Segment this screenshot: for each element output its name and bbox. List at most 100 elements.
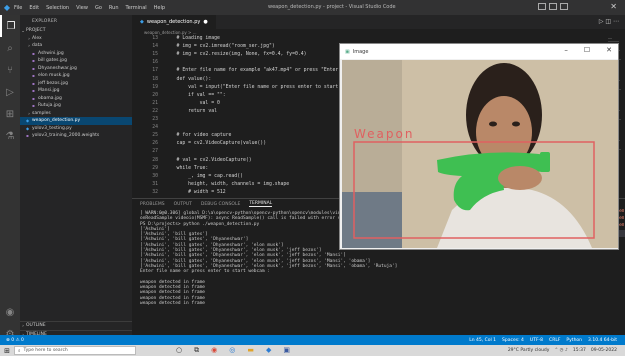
person-eye-right xyxy=(512,121,520,127)
tray-icons[interactable]: ⌃ ◷ ♪ xyxy=(554,348,567,353)
menu-item-run[interactable]: Run xyxy=(109,5,119,11)
app-taskbar-icon[interactable]: ▣ xyxy=(283,346,290,355)
vscode-taskbar-icon[interactable]: ◆ xyxy=(266,346,271,355)
tab-weapon-detection[interactable]: ◆ weapon_detection.py ● xyxy=(132,15,216,29)
menu-item-edit[interactable]: Edit xyxy=(29,5,39,11)
status-item[interactable]: UTF-8 xyxy=(530,338,543,343)
line-number: 31 xyxy=(152,181,158,187)
file-tree-item[interactable]: ▪ jeff bezos.jpg xyxy=(20,80,132,88)
run-debug-icon[interactable]: ▷ xyxy=(0,81,20,103)
search-icon: ⌕ xyxy=(18,348,21,354)
toggle-secondary-icon[interactable] xyxy=(560,3,568,10)
menu-bar: File Edit Selection View Go Run Terminal Help xyxy=(14,5,172,11)
file-tree-item[interactable]: ◆ yolov3_testing.py xyxy=(20,125,132,133)
code-line: height, width, channels = img.shape xyxy=(165,181,290,187)
menu-item-selection[interactable]: Selection xyxy=(46,5,69,11)
background-cabinet xyxy=(342,192,402,248)
menu-item-file[interactable]: File xyxy=(14,5,22,11)
extensions-icon[interactable]: ⊞ xyxy=(0,103,20,125)
taskbar-search-box[interactable]: ⌕ Type here to search xyxy=(14,346,136,355)
toggle-sidebar-icon[interactable] xyxy=(538,3,546,10)
line-number: 15 xyxy=(152,52,158,58)
menu-item-terminal[interactable]: Terminal xyxy=(126,5,147,11)
minimize-button[interactable]: – xyxy=(564,46,568,54)
explorer-root-folder[interactable]: ⌄ PROJECT xyxy=(20,27,132,35)
image-window-icon: ▣ xyxy=(345,48,350,55)
menu-item-go[interactable]: Go xyxy=(95,5,102,11)
chrome-icon[interactable]: ◉ xyxy=(211,346,217,355)
source-control-icon[interactable]: ⑂ xyxy=(0,59,20,81)
file-tree-item[interactable]: ◆ weapon_detection.py xyxy=(20,117,132,125)
cortana-icon[interactable]: ○ xyxy=(176,346,182,355)
menu-item-help[interactable]: Help xyxy=(154,5,165,11)
status-item[interactable]: Spaces: 4 xyxy=(502,338,524,343)
line-number: 19 xyxy=(152,84,158,90)
file-tree-label: bill gates.jpg xyxy=(38,58,67,64)
weather-text[interactable]: 29°C Partly cloudy xyxy=(508,348,550,353)
image-window-title: Image xyxy=(352,48,369,55)
breadcrumb[interactable]: weapon_detection.py > ... xyxy=(132,29,625,36)
file-tree-item[interactable]: ▪ Mansi.jpg xyxy=(20,87,132,95)
file-tree-item[interactable]: ▪ Ashwini.jpg xyxy=(20,50,132,58)
code-line: # val = cv2.VideoCapture() xyxy=(165,157,252,163)
windows-start-icon[interactable]: ⊞ xyxy=(0,347,14,355)
clock-date[interactable]: 09-05-2022 xyxy=(591,348,617,353)
editor-tabs: ◆ weapon_detection.py ● ▷ ◫ ⋯ xyxy=(132,15,625,29)
status-item[interactable]: CRLF xyxy=(549,338,560,343)
more-actions-icon[interactable]: ⋯ xyxy=(613,18,619,25)
person-hand xyxy=(498,166,542,190)
search-icon[interactable]: ⌕ xyxy=(0,37,20,59)
outline-section[interactable]: › OUTLINE xyxy=(20,321,132,329)
testing-icon[interactable]: ⚗ xyxy=(0,125,20,147)
task-view-icon[interactable]: ⧉ xyxy=(194,346,199,355)
code-line: # Loading image xyxy=(165,36,220,41)
status-item[interactable]: 3.10.4 64-bit xyxy=(588,338,617,343)
maximize-button[interactable]: ☐ xyxy=(584,46,590,54)
split-editor-icon[interactable]: ◫ xyxy=(605,18,611,25)
file-tree-item[interactable]: ▪ obama.jpg xyxy=(20,95,132,103)
file-tree-label: elon musk.jpg xyxy=(38,73,70,79)
edge-icon[interactable]: ◎ xyxy=(229,346,235,355)
file-tree-item[interactable]: ▪ elon musk.jpg xyxy=(20,72,132,80)
file-tree-label: samples xyxy=(32,110,51,116)
status-bar: ⊗ 0 ⚠ 0 Ln 45, Col 1 Spaces: 4 UTF-8 CRLF Py… xyxy=(0,335,625,345)
account-icon[interactable]: ◉ xyxy=(0,301,20,323)
close-button[interactable]: ✕ xyxy=(606,46,612,54)
code-line: if val == "": xyxy=(165,92,226,98)
unsaved-dot-icon[interactable]: ● xyxy=(203,19,207,25)
toggle-panel-icon[interactable] xyxy=(549,3,557,10)
file-tree-label: Dhyaneshwar.jpg xyxy=(38,65,77,71)
status-problems[interactable]: ⊗ 0 ⚠ 0 xyxy=(6,338,24,343)
file-tree-item[interactable]: ▪ Dhyaneshwar.jpg xyxy=(20,65,132,73)
status-item[interactable]: Python xyxy=(566,338,582,343)
tab-terminal[interactable]: TERMINAL xyxy=(249,201,273,207)
tab-problems[interactable]: PROBLEMS xyxy=(140,202,165,207)
code-line: return val xyxy=(165,108,217,114)
tab-debug-console[interactable]: DEBUG CONSOLE xyxy=(201,202,240,207)
file-tree-item[interactable]: › samples xyxy=(20,110,132,118)
minimap-line xyxy=(608,37,612,39)
file-tree-item[interactable]: › data xyxy=(20,42,132,50)
file-tree-item[interactable]: ▪ Rutuja.jpg xyxy=(20,102,132,110)
line-number: 20 xyxy=(152,92,158,98)
explorer-icon[interactable]: ❐ xyxy=(0,15,20,37)
opencv-image-window[interactable]: ▣ Image – ☐ ✕ Weapon xyxy=(339,43,619,250)
file-explorer-icon[interactable]: ▬ xyxy=(247,346,254,355)
line-number: 29 xyxy=(152,165,158,171)
activity-bar: ❐ ⌕ ⑂ ▷ ⊞ ⚗ ◉ ⚙ xyxy=(0,15,20,345)
layout-controls[interactable] xyxy=(538,3,568,10)
window-close-button[interactable]: ✕ xyxy=(610,2,617,11)
status-left: ⊗ 0 ⚠ 0 xyxy=(0,338,24,343)
menu-item-view[interactable]: View xyxy=(76,5,88,11)
tab-output[interactable]: OUTPUT xyxy=(174,202,192,207)
code-line: # width = 512 xyxy=(165,189,226,195)
status-item[interactable]: Ln 45, Col 1 xyxy=(469,338,496,343)
file-tree-item[interactable]: ▪ yolov3_training_2000.weights xyxy=(20,132,132,140)
run-file-icon[interactable]: ▷ xyxy=(599,18,604,25)
file-tree-item[interactable]: ▪ bill gates.jpg xyxy=(20,57,132,65)
code-line: cap = cv2.VideoCapture(value()) xyxy=(165,141,267,147)
file-tree-item[interactable]: › Alex xyxy=(20,35,132,43)
clock-time[interactable]: 15:37 xyxy=(573,348,586,353)
taskbar-apps: ○ ⧉ ◉ ◎ ▬ ◆ ▣ xyxy=(176,346,290,355)
explorer-sidebar: EXPLORER ⌄ PROJECT › Alex › data ▪ Ashwini.jp… xyxy=(20,15,132,345)
